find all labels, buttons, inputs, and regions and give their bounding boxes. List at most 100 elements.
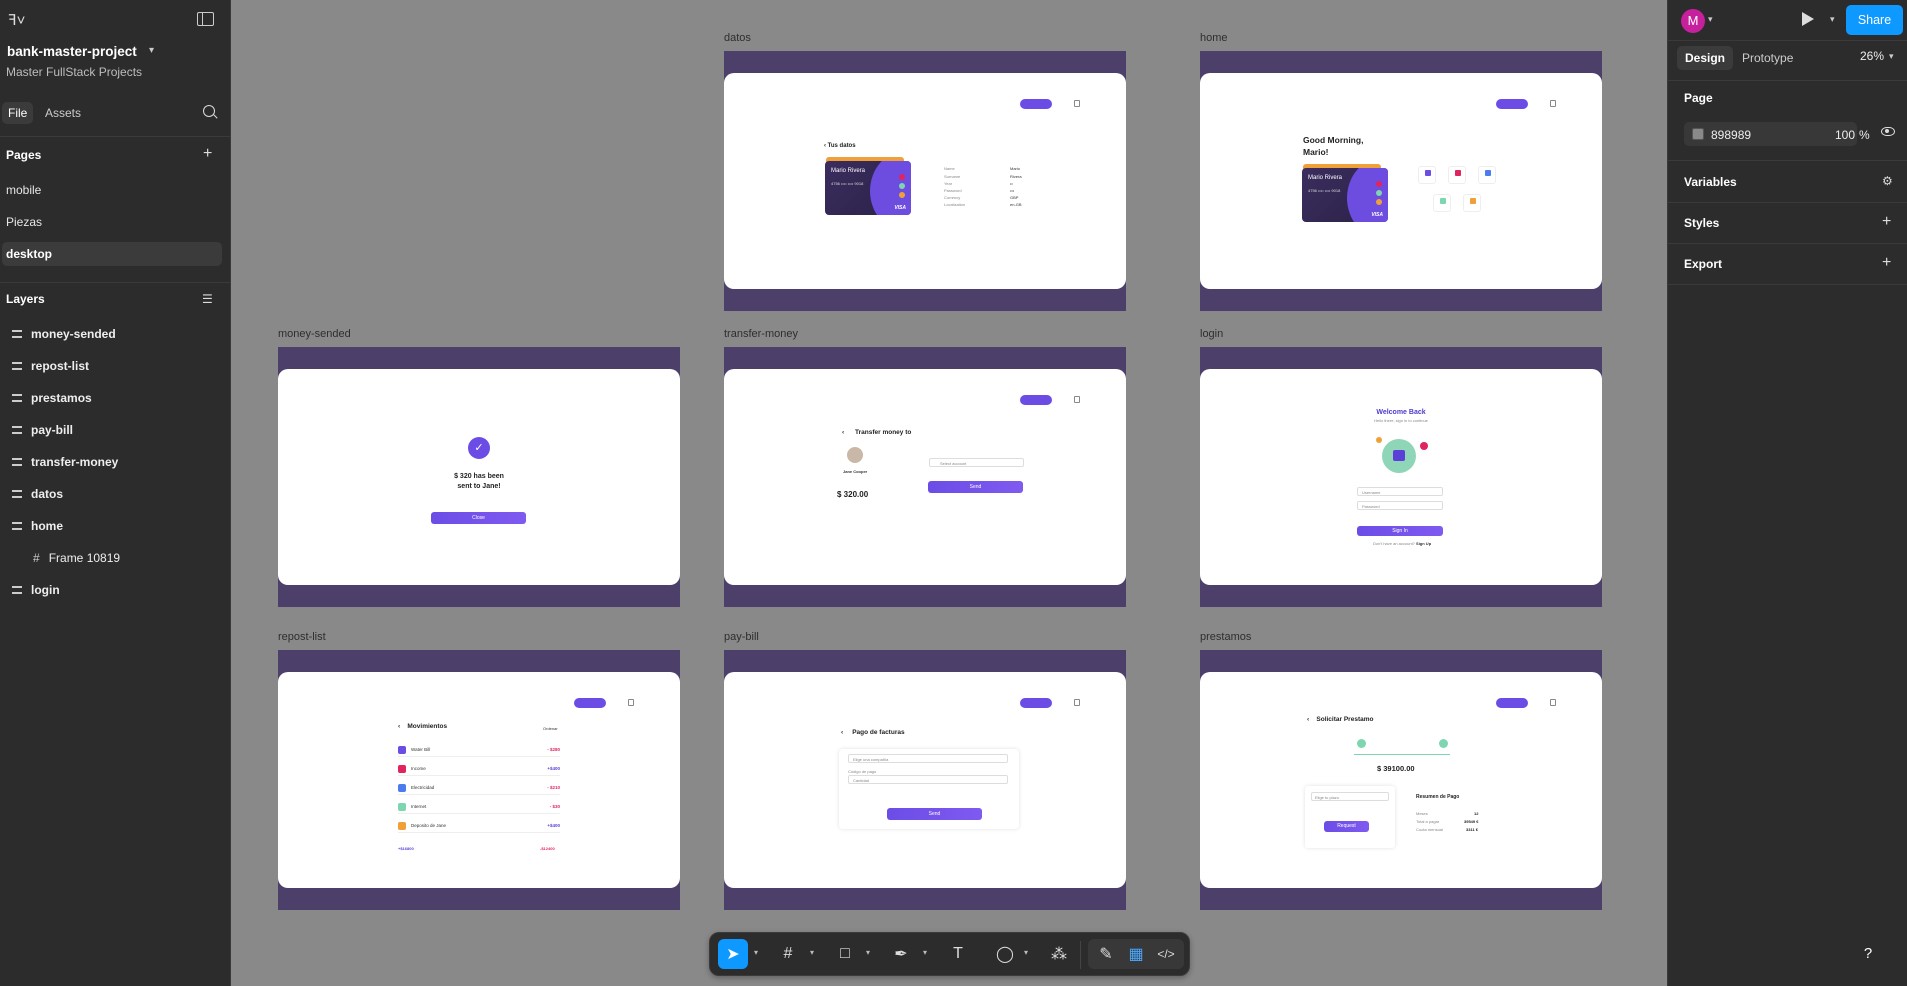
chevron-down-icon[interactable]: ▾ (1830, 14, 1835, 25)
page-item-desktop[interactable]: desktop (2, 242, 222, 266)
share-button[interactable]: Share (1846, 5, 1903, 35)
layer-item[interactable]: login (0, 578, 231, 602)
pen-tool-icon[interactable]: ✒ (886, 939, 916, 969)
chevron-down-icon[interactable]: ▾ (810, 948, 814, 957)
page-color-hex[interactable]: 898989 (1711, 128, 1751, 142)
logout-icon (628, 699, 634, 706)
collapse-layers-icon[interactable]: ☰ (202, 292, 213, 306)
percent-sign: % (1859, 128, 1870, 142)
variables-icon[interactable]: ⚙ (1882, 174, 1893, 188)
rectangle-tool-icon[interactable]: □ (830, 939, 860, 969)
move-tool-icon[interactable]: ➤ (718, 939, 748, 969)
frame-label-repost-list[interactable]: repost-list (278, 631, 326, 643)
code-label: Código de pago (848, 769, 877, 774)
frame-label-prestamos[interactable]: prestamos (1200, 631, 1251, 643)
layer-item[interactable]: money-sended (0, 322, 231, 346)
frame-pay-bill[interactable]: ‹ Pago de facturas Elige una compañía Có… (724, 650, 1126, 910)
tab-assets[interactable]: Assets (39, 102, 87, 124)
project-title[interactable]: bank-master-project (7, 44, 137, 59)
chevron-down-icon[interactable]: ▾ (866, 948, 870, 957)
add-style-plus-icon[interactable]: + (1882, 214, 1891, 230)
styles-heading[interactable]: Styles (1684, 216, 1719, 230)
frame-tool-icon[interactable]: # (773, 939, 803, 969)
layer-item[interactable]: pay-bill (0, 418, 231, 442)
color-swatch[interactable] (1692, 128, 1704, 140)
summary-key: Meses (1416, 811, 1428, 816)
home-nav-button (1020, 99, 1052, 109)
play-icon[interactable] (1802, 12, 1814, 26)
dot (899, 192, 905, 198)
draw-icon[interactable]: ✎ (1091, 939, 1121, 969)
zoom-level[interactable]: 26% (1860, 49, 1884, 63)
frame-datos[interactable]: ‹ Tus datos Mario Rivera 4756 •••• •••• … (724, 51, 1126, 311)
list-item: Deposito de Jane +$400 (398, 820, 560, 833)
tab-design[interactable]: Design (1677, 46, 1734, 70)
section-icon (12, 490, 22, 498)
page-color-field[interactable]: 898989 100 % (1684, 122, 1870, 146)
input-placeholder: Password (1362, 504, 1380, 509)
page-title: ‹ Pago de facturas (841, 729, 905, 736)
layer-item[interactable]: datos (0, 482, 231, 506)
add-export-plus-icon[interactable]: + (1882, 255, 1891, 271)
text-tool-icon[interactable]: T (943, 939, 973, 969)
dot (1425, 170, 1431, 176)
code-icon[interactable]: </> (1151, 939, 1181, 969)
divider (1668, 160, 1907, 161)
action-tile (1433, 194, 1451, 212)
add-page-plus-icon[interactable]: + (203, 146, 212, 162)
help-icon[interactable]: ? (1852, 938, 1884, 970)
page-item-mobile[interactable]: mobile (2, 178, 222, 202)
lock-illustration (1382, 439, 1416, 473)
chevron-down-icon[interactable]: ▾ (923, 948, 927, 957)
user-avatar[interactable]: M (1681, 9, 1705, 33)
select-placeholder: Elige tu plazo (1315, 795, 1340, 800)
layer-item[interactable]: prestamos (0, 386, 231, 410)
step-dot (1357, 739, 1366, 748)
term-select: Elige tu plazo (1311, 792, 1389, 801)
divider (1668, 284, 1907, 285)
chevron-down-icon[interactable]: ▾ (1708, 14, 1713, 25)
frame-label-pay-bill[interactable]: pay-bill (724, 631, 759, 643)
frame-login[interactable]: Welcome Back Hello there, sign in to con… (1200, 347, 1602, 607)
item-name: Deposito de Jane (411, 823, 447, 828)
chevron-down-icon[interactable]: ▾ (149, 45, 154, 56)
dot (1455, 170, 1461, 176)
frame-label-transfer-money[interactable]: transfer-money (724, 328, 798, 340)
page-opacity[interactable]: 100 (1835, 128, 1855, 142)
frame-label-money-sended[interactable]: money-sended (278, 328, 351, 340)
tab-file[interactable]: File (2, 102, 34, 124)
dev-mode-icon[interactable]: ▦ (1121, 939, 1151, 969)
layer-item[interactable]: repost-list (0, 354, 231, 378)
send-button: Send (928, 481, 1023, 493)
page-item-piezas[interactable]: Piezas (2, 210, 222, 234)
left-tabs: File Assets (0, 102, 231, 124)
figma-logo-icon[interactable]: ꟻ˅ (8, 10, 38, 30)
actions-icon[interactable]: ⁂ (1044, 939, 1074, 969)
card-number: 4756 •••• •••• 9018 (1308, 188, 1341, 193)
logout-icon (1550, 699, 1556, 706)
section-icon (12, 362, 22, 370)
frame-money-sended[interactable]: ✓ $ 320 has been sent to Jane! Close (278, 347, 680, 607)
chevron-down-icon[interactable]: ▾ (1024, 948, 1028, 957)
comment-tool-icon[interactable]: ◯ (990, 939, 1020, 969)
layer-item[interactable]: transfer-money (0, 450, 231, 474)
frame-transfer-money[interactable]: ‹ Transfer money to Jane Cooper $ 320.00… (724, 347, 1126, 607)
frame-label-login[interactable]: login (1200, 328, 1223, 340)
chevron-down-icon[interactable]: ▾ (754, 948, 758, 957)
variables-heading[interactable]: Variables (1684, 175, 1737, 189)
frame-home[interactable]: Good Morning, Mario! Mario Rivera 4756 •… (1200, 51, 1602, 311)
search-icon[interactable] (203, 105, 215, 117)
visa-logo: VISA (1371, 212, 1383, 218)
sidebar-toggle-icon[interactable] (197, 12, 214, 26)
frame-label-home[interactable]: home (1200, 32, 1228, 44)
category-icon (398, 822, 406, 830)
export-heading[interactable]: Export (1684, 257, 1722, 271)
frame-label-datos[interactable]: datos (724, 32, 751, 44)
frame-prestamos[interactable]: ‹ Solicitar Prestamo $ 39100.00 Elige tu… (1200, 650, 1602, 910)
chevron-down-icon[interactable]: ▾ (1889, 51, 1894, 62)
frame-repost-list[interactable]: ‹ Movimientos Ordenar Water Bill - $280 I… (278, 650, 680, 910)
layer-item[interactable]: # Frame 10819 (0, 546, 231, 570)
tab-prototype[interactable]: Prototype (1734, 46, 1801, 70)
eye-icon[interactable] (1881, 127, 1895, 136)
layer-item[interactable]: home (0, 514, 231, 538)
